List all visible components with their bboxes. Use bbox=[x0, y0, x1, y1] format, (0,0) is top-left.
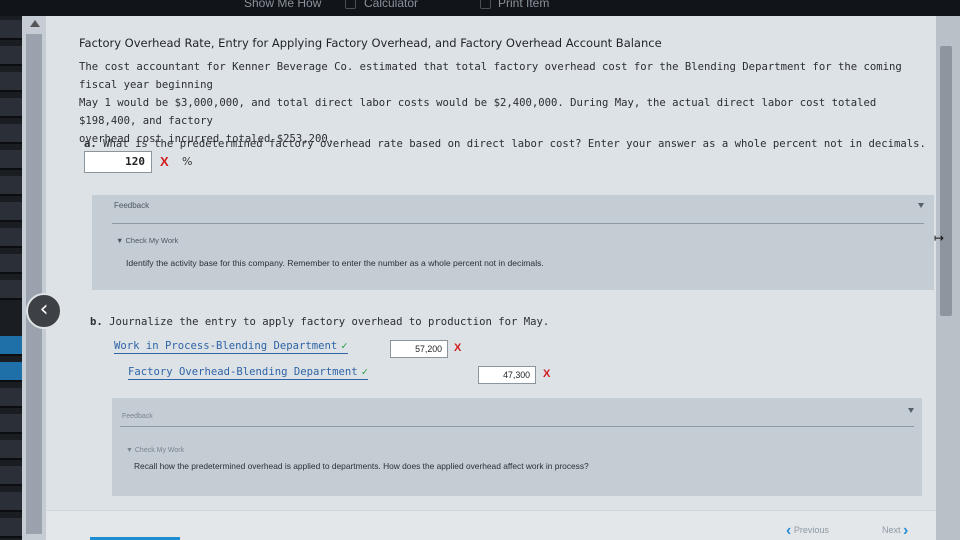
scroll-up-icon[interactable] bbox=[30, 20, 40, 27]
correct-icon: ✓ bbox=[341, 340, 348, 352]
credit-account-label: Factory Overhead-Blending Department bbox=[128, 366, 358, 378]
incorrect-icon: X bbox=[454, 342, 462, 354]
sidebar-tab[interactable] bbox=[0, 518, 22, 538]
check-my-work-toggle[interactable]: ▼ Check My Work bbox=[126, 447, 184, 454]
sidebar-tab[interactable] bbox=[0, 440, 22, 460]
print-icon bbox=[480, 0, 491, 9]
left-sidebar-strip bbox=[0, 16, 22, 540]
sidebar-tab-active[interactable] bbox=[0, 336, 22, 356]
feedback-panel-b: Feedback ▼ Check My Work Recall how the … bbox=[112, 398, 922, 496]
sidebar-tab[interactable] bbox=[0, 492, 22, 512]
sidebar-tab[interactable] bbox=[0, 72, 22, 92]
overhead-rate-input[interactable]: 120 bbox=[84, 151, 152, 173]
sidebar-tab[interactable] bbox=[0, 176, 22, 196]
collapse-icon[interactable] bbox=[918, 203, 924, 208]
feedback-text: Identify the activity base for this comp… bbox=[126, 258, 544, 268]
previous-label: Previous bbox=[793, 525, 829, 535]
chevron-right-icon: › bbox=[903, 522, 909, 539]
feedback-title[interactable]: Feedback bbox=[114, 201, 149, 210]
sidebar-tab[interactable] bbox=[0, 98, 22, 118]
incorrect-icon: X bbox=[160, 154, 169, 169]
sidebar-tab[interactable] bbox=[0, 202, 22, 222]
sidebar-tab[interactable] bbox=[0, 124, 22, 144]
part-b-question-text: Journalize the entry to apply factory ov… bbox=[109, 316, 550, 328]
scrollbar-thumb[interactable] bbox=[26, 34, 42, 534]
previous-button[interactable]: ‹ Previous bbox=[786, 522, 829, 540]
debit-amount-input[interactable]: 57,200 bbox=[390, 340, 448, 358]
credit-amount-input[interactable]: 47,300 bbox=[478, 366, 536, 384]
sidebar-tab[interactable] bbox=[0, 388, 22, 408]
divider bbox=[120, 426, 914, 427]
feedback-text: Recall how the predetermined overhead is… bbox=[134, 461, 589, 471]
next-button[interactable]: Next › bbox=[882, 522, 908, 540]
mouse-cursor-icon: ↦ bbox=[934, 231, 945, 245]
incorrect-icon: X bbox=[543, 368, 551, 380]
sidebar-tab[interactable] bbox=[0, 46, 22, 66]
print-item-button[interactable]: Print Item bbox=[498, 0, 549, 10]
chevron-left-icon: ‹ bbox=[39, 297, 49, 322]
part-a-letter: a. bbox=[84, 138, 97, 150]
part-b-question: b. Journalize the entry to apply factory… bbox=[90, 316, 549, 328]
debit-account-select[interactable]: Work in Process-Blending Department ✓ bbox=[114, 340, 348, 354]
right-scrollbar[interactable] bbox=[936, 16, 960, 540]
back-button[interactable]: ‹ bbox=[26, 293, 62, 329]
problem-intro: The cost accountant for Kenner Beverage … bbox=[79, 58, 929, 148]
feedback-title[interactable]: Feedback bbox=[122, 413, 153, 420]
part-a-question: a. What is the predetermined factory ove… bbox=[84, 138, 926, 150]
problem-title: Factory Overhead Rate, Entry for Applyin… bbox=[79, 36, 662, 50]
sidebar-tab[interactable] bbox=[0, 228, 22, 248]
calculator-button[interactable]: Calculator bbox=[364, 0, 418, 10]
intro-line: May 1 would be $3,000,000, and total dir… bbox=[79, 97, 877, 127]
part-a-question-text: What is the predetermined factory overhe… bbox=[103, 138, 926, 150]
top-toolbar: ​ Show Me How Calculator Print Item bbox=[0, 0, 960, 16]
sidebar-tab-active[interactable] bbox=[0, 362, 22, 382]
collapse-icon[interactable] bbox=[908, 408, 914, 413]
sidebar-tab[interactable] bbox=[0, 466, 22, 486]
correct-icon: ✓ bbox=[361, 366, 368, 378]
check-my-work-toggle[interactable]: ▼ Check My Work bbox=[116, 236, 178, 245]
chevron-left-icon: ‹ bbox=[786, 522, 792, 539]
sidebar-tab[interactable] bbox=[0, 414, 22, 434]
show-me-how-button[interactable]: Show Me How bbox=[244, 0, 321, 10]
left-scrollbar[interactable] bbox=[22, 16, 46, 540]
divider bbox=[112, 223, 924, 224]
part-b-letter: b. bbox=[90, 316, 103, 328]
problem-page: Factory Overhead Rate, Entry for Applyin… bbox=[46, 16, 936, 540]
sidebar-tab[interactable] bbox=[0, 20, 22, 40]
credit-account-select[interactable]: Factory Overhead-Blending Department ✓ bbox=[128, 366, 368, 380]
scrollbar-thumb[interactable] bbox=[940, 46, 952, 316]
percent-unit: % bbox=[182, 155, 193, 168]
feedback-panel-a: Feedback ▼ Check My Work Identify the ac… bbox=[92, 195, 934, 290]
sidebar-tab[interactable] bbox=[0, 254, 22, 274]
debit-account-label: Work in Process-Blending Department bbox=[114, 340, 338, 352]
sidebar-tab[interactable] bbox=[0, 280, 22, 300]
sidebar-tab[interactable] bbox=[0, 150, 22, 170]
calculator-icon bbox=[345, 0, 356, 9]
intro-line: The cost accountant for Kenner Beverage … bbox=[79, 61, 902, 91]
next-label: Next bbox=[882, 525, 901, 535]
